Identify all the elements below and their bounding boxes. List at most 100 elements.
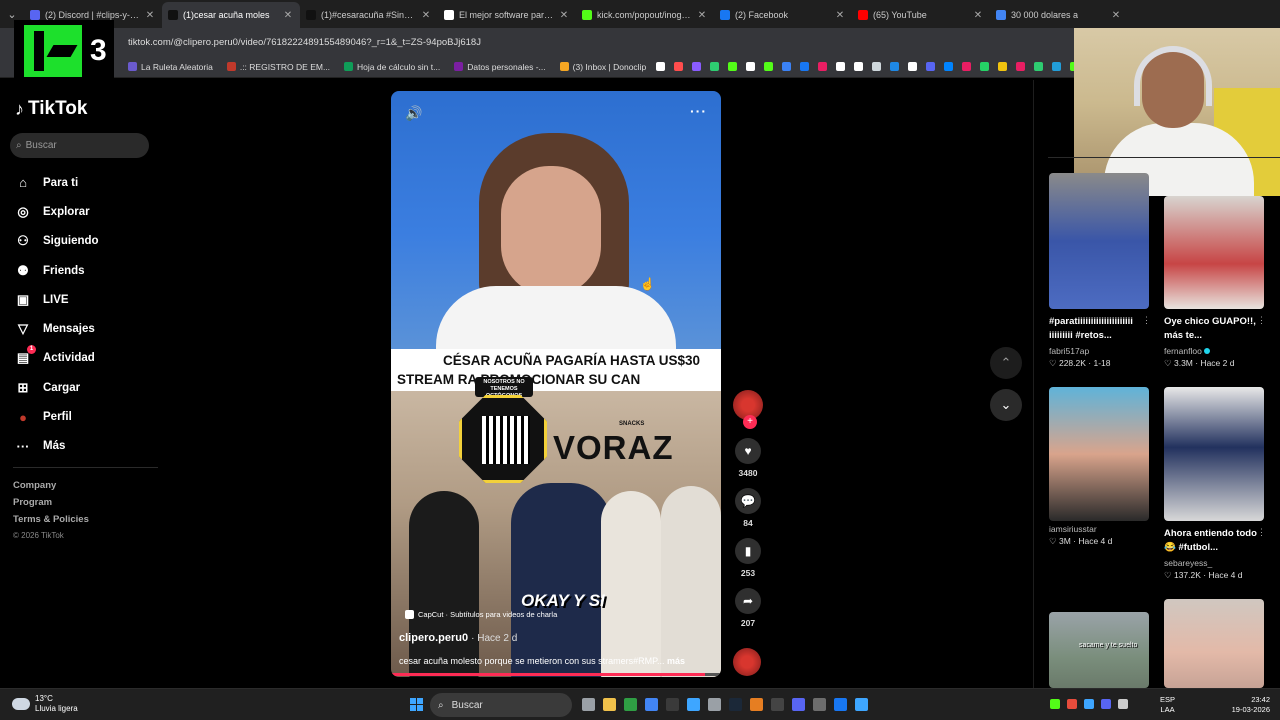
- card-title[interactable]: Ahora entiendo todo 😂 #futbol...: [1164, 527, 1262, 555]
- close-icon[interactable]: ✕: [144, 10, 156, 21]
- close-icon[interactable]: ✕: [1110, 10, 1122, 21]
- bookmark-shortcut-icon[interactable]: [1034, 62, 1044, 71]
- bookmark-shortcut-icon[interactable]: [908, 62, 918, 71]
- recommended-video-card[interactable]: sacame y te suelto: [1049, 612, 1153, 688]
- sidebar-item-friends[interactable]: ⚉ Friends: [15, 256, 155, 285]
- more-options-icon[interactable]: ⋮: [1257, 527, 1266, 538]
- browser-tab[interactable]: (65) YouTube ✕: [852, 2, 990, 28]
- author-name[interactable]: clipero.peru0: [399, 632, 468, 644]
- sidebar-item-explorar[interactable]: ◎ Explorar: [15, 197, 155, 226]
- taskbar-app-icon[interactable]: [792, 698, 805, 711]
- more-options-icon[interactable]: ⋮: [1142, 315, 1151, 326]
- sidebar-item-live[interactable]: ▣ LIVE: [15, 285, 155, 314]
- bookmark-shortcut-icon[interactable]: [782, 62, 792, 71]
- taskbar-app-icon[interactable]: [834, 698, 847, 711]
- sidebar-item-perfil[interactable]: ● Perfil: [15, 402, 155, 431]
- bookmark-shortcut-icon[interactable]: [944, 62, 954, 71]
- browser-tab[interactable]: (1)cesar acuña moles ✕: [162, 2, 300, 28]
- video-thumbnail[interactable]: [1049, 173, 1149, 309]
- taskbar-app-icon[interactable]: [813, 698, 826, 711]
- browser-tab[interactable]: 30 000 dolares a ✕: [990, 2, 1128, 28]
- next-video-button[interactable]: ⌄: [990, 389, 1022, 421]
- sidebar-item-para-ti[interactable]: ⌂ Para ti: [15, 168, 155, 197]
- previous-video-button[interactable]: ⌃: [990, 347, 1022, 379]
- recommended-video-card[interactable]: Oye chico GUAPO!!, más te... ⋮ fernanfloo ♡…: [1164, 196, 1268, 369]
- browser-tab[interactable]: (1)#cesaracuña #SinGuio ✕: [300, 2, 438, 28]
- tray-icon[interactable]: [1050, 699, 1060, 709]
- close-icon[interactable]: ✕: [972, 10, 984, 21]
- taskbar-app-icon[interactable]: [582, 698, 595, 711]
- bookmark-shortcut-icon[interactable]: [746, 62, 756, 71]
- taskbar-app-icon[interactable]: [687, 698, 700, 711]
- recommended-video-card[interactable]: [1164, 599, 1268, 688]
- bookmark-item[interactable]: Datos personales -...: [454, 62, 546, 72]
- comment-icon[interactable]: 💬: [735, 488, 761, 514]
- close-icon[interactable]: ✕: [834, 10, 846, 21]
- close-icon[interactable]: ✕: [420, 10, 432, 21]
- search-input[interactable]: ⌕ Buscar: [10, 133, 149, 158]
- capcut-anchor[interactable]: CapCut · Subtítulos para videos de charl…: [405, 610, 557, 619]
- close-icon[interactable]: ✕: [696, 10, 708, 21]
- more-options-icon[interactable]: ⋮: [1257, 315, 1266, 326]
- bookmark-shortcut-icon[interactable]: [728, 62, 738, 71]
- tiktok-logo[interactable]: ♪ TikTok: [15, 98, 87, 120]
- taskbar-app-icon[interactable]: [624, 698, 637, 711]
- tray-icon[interactable]: [1067, 699, 1077, 709]
- video-thumbnail[interactable]: [1164, 196, 1264, 309]
- bookmark-item[interactable]: .:: REGISTRO DE EM...: [226, 62, 330, 72]
- bookmark-item[interactable]: Hoja de cálculo sin t...: [344, 62, 440, 72]
- taskbar-app-icon[interactable]: [855, 698, 868, 711]
- bookmark-shortcut-icon[interactable]: [890, 62, 900, 71]
- recommended-video-card[interactable]: #paratiiiiiiiiiiiiiiiiiiiii iiiiiiiii #r…: [1049, 173, 1153, 369]
- tray-icon[interactable]: [1084, 699, 1094, 709]
- url-text[interactable]: tiktok.com/@clipero.peru0/video/76182224…: [128, 37, 481, 48]
- taskbar-app-icon[interactable]: [729, 698, 742, 711]
- card-username[interactable]: fabri517ap: [1049, 346, 1153, 356]
- close-icon[interactable]: ✕: [282, 10, 294, 21]
- bookmark-shortcut-icon[interactable]: [836, 62, 846, 71]
- video-thumbnail[interactable]: [1164, 599, 1264, 688]
- bookmark-shortcut-icon[interactable]: [980, 62, 990, 71]
- taskbar-app-icon[interactable]: [603, 698, 616, 711]
- bookmark-shortcut-icon[interactable]: [926, 62, 936, 71]
- footer-link-terms[interactable]: Terms & Policies: [13, 514, 89, 525]
- language-indicator[interactable]: ESP LAA: [1160, 695, 1175, 715]
- card-username[interactable]: iamsiriusstar: [1049, 524, 1153, 534]
- more-options-icon[interactable]: ···: [690, 103, 707, 119]
- recommended-video-card[interactable]: iamsiriusstar ♡ 3M · Hace 4 d: [1049, 387, 1153, 547]
- windows-start-icon[interactable]: [410, 698, 423, 711]
- video-thumbnail[interactable]: [1049, 387, 1149, 521]
- bookmark-shortcut-icon[interactable]: [674, 62, 684, 71]
- card-username[interactable]: sebareyess_: [1164, 558, 1268, 568]
- video-thumbnail[interactable]: sacame y te suelto: [1049, 612, 1149, 688]
- card-username[interactable]: fernanfloo: [1164, 346, 1268, 356]
- bookmark-shortcut-icon[interactable]: [1016, 62, 1026, 71]
- bookmark-icon[interactable]: ▮: [735, 538, 761, 564]
- video-author[interactable]: clipero.peru0 · Hace 2 d: [399, 632, 517, 644]
- tray-icon[interactable]: [1118, 699, 1128, 709]
- creator-avatar[interactable]: +: [733, 390, 763, 429]
- browser-tab[interactable]: kick.com/popout/inogard ✕: [576, 2, 714, 28]
- bookmark-item[interactable]: (3) Inbox | Donoclip: [559, 62, 646, 72]
- video-player[interactable]: 🔊 ··· CÉSAR ACUÑA PAGARÍA HASTA US$30 ST…: [391, 91, 721, 677]
- bookmark-shortcut-icon[interactable]: [818, 62, 828, 71]
- volume-icon[interactable]: 🔊: [405, 105, 422, 122]
- bookmark-shortcut-icon[interactable]: [656, 62, 666, 71]
- taskbar-search[interactable]: ⌕ Buscar: [430, 693, 572, 717]
- heart-icon[interactable]: ♥: [735, 438, 761, 464]
- taskbar-app-icon[interactable]: [708, 698, 721, 711]
- weather-widget[interactable]: 13°C Lluvia ligera: [12, 694, 78, 714]
- bookmark-shortcut-icon[interactable]: [872, 62, 882, 71]
- recommended-video-card[interactable]: Ahora entiendo todo 😂 #futbol... ⋮ sebarey…: [1164, 387, 1268, 581]
- bookmark-item[interactable]: La Ruleta Aleatoria: [128, 62, 213, 72]
- bookmark-shortcut-icon[interactable]: [1052, 62, 1062, 71]
- bookmark-shortcut-icon[interactable]: [998, 62, 1008, 71]
- share-icon[interactable]: ➦: [735, 588, 761, 614]
- tray-icon[interactable]: [1101, 699, 1111, 709]
- clock[interactable]: 23:42 19-03-2026: [1226, 695, 1270, 715]
- card-title[interactable]: #paratiiiiiiiiiiiiiiiiiiiii iiiiiiiii #r…: [1049, 315, 1147, 343]
- sidebar-item-cargar[interactable]: ⊞ Cargar: [15, 373, 155, 402]
- music-disc-avatar[interactable]: [733, 648, 761, 676]
- browser-tab[interactable]: El mejor software para po ✕: [438, 2, 576, 28]
- bookmark-shortcut-icon[interactable]: [854, 62, 864, 71]
